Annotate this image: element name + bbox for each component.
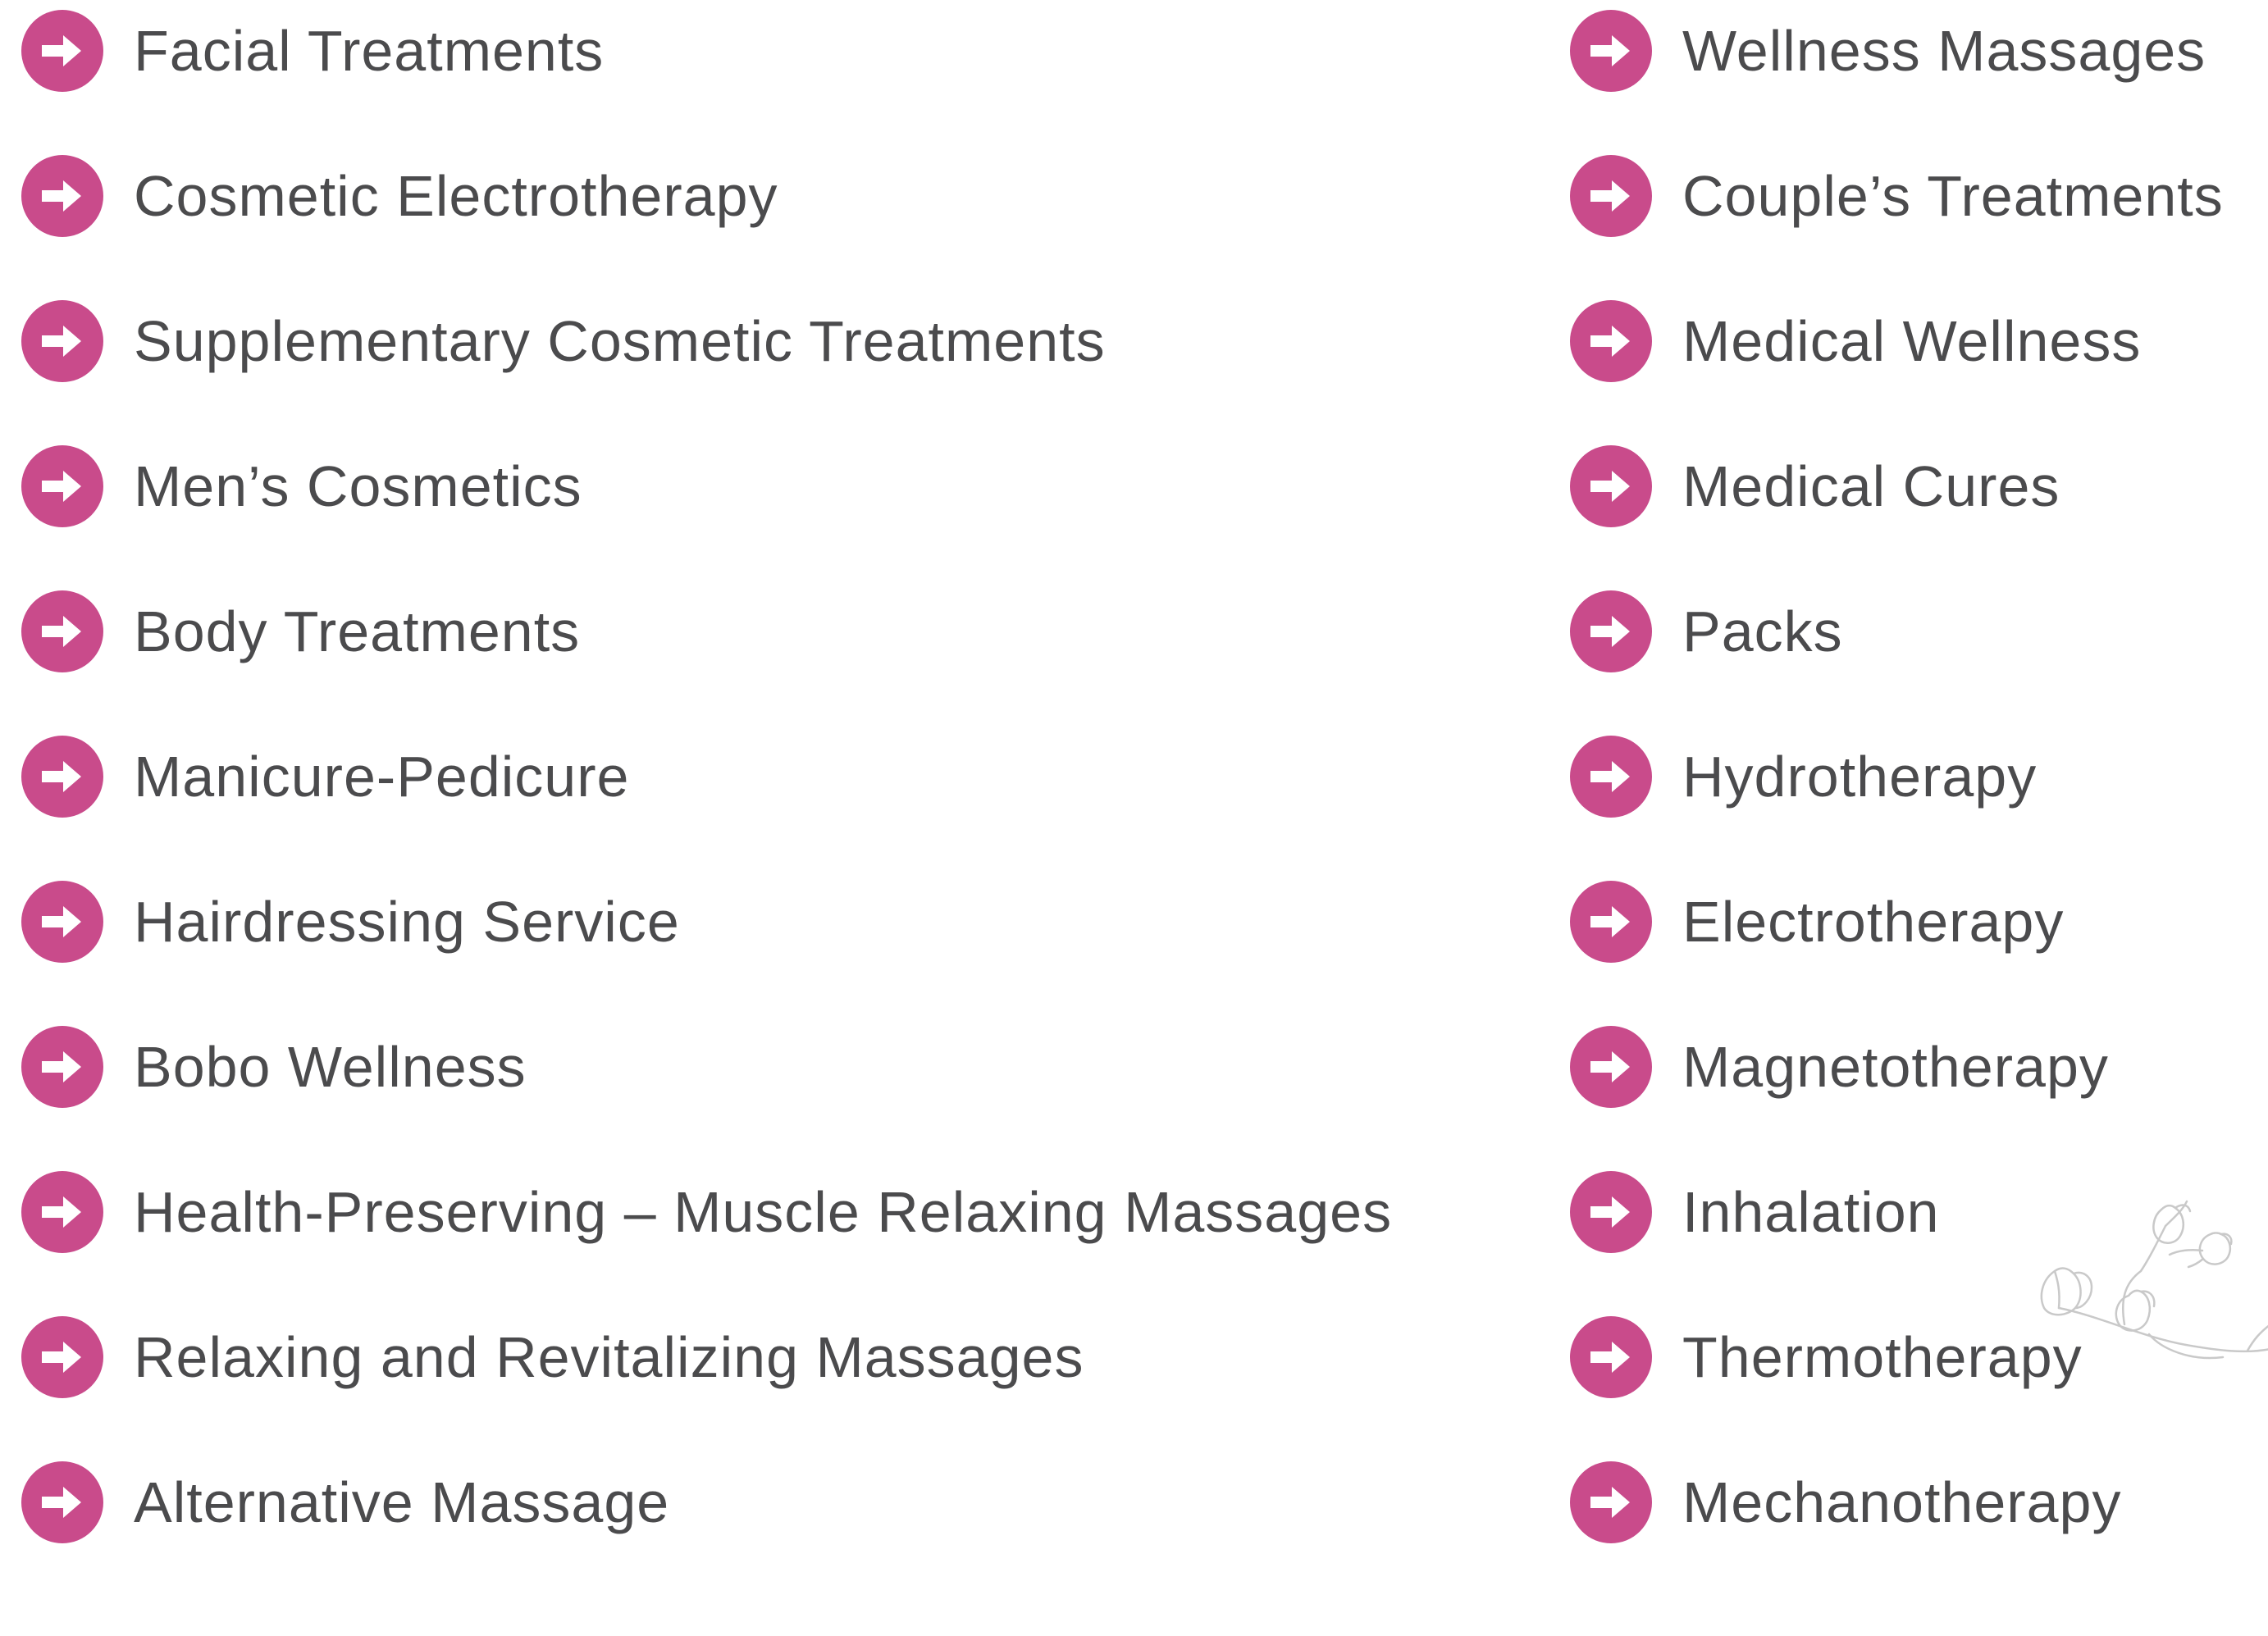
service-label: Bobo Wellness: [134, 1035, 527, 1099]
service-link-mechanotherapy[interactable]: Mechanotherapy: [1570, 1461, 2224, 1543]
service-label: Magnetotherapy: [1682, 1035, 2109, 1099]
service-label: Cosmetic Electrotherapy: [134, 164, 778, 228]
arrow-right-circle-icon: [21, 445, 103, 527]
service-label: Supplementary Cosmetic Treatments: [134, 309, 1106, 373]
service-link-bobo-wellness[interactable]: Bobo Wellness: [21, 1026, 1392, 1108]
arrow-right-circle-icon: [21, 1171, 103, 1253]
arrow-right-circle-icon: [21, 1461, 103, 1543]
service-label: Couple’s Treatments: [1682, 164, 2224, 228]
service-label: Wellness Massages: [1682, 19, 2206, 83]
arrow-right-circle-icon: [21, 155, 103, 237]
service-link-mens-cosmetics[interactable]: Men’s Cosmetics: [21, 445, 1392, 527]
service-label: Inhalation: [1682, 1180, 1940, 1244]
service-label: Thermotherapy: [1682, 1325, 2083, 1389]
service-label: Packs: [1682, 599, 1843, 663]
service-link-magnetotherapy[interactable]: Magnetotherapy: [1570, 1026, 2224, 1108]
services-page: Facial Treatments Cosmetic Electrotherap…: [0, 0, 2268, 1636]
service-link-body-treatments[interactable]: Body Treatments: [21, 590, 1392, 672]
service-link-alternative-massage[interactable]: Alternative Massage: [21, 1461, 1392, 1543]
service-label: Facial Treatments: [134, 19, 605, 83]
arrow-right-circle-icon: [21, 10, 103, 92]
service-label: Manicure-Pedicure: [134, 745, 630, 809]
arrow-right-circle-icon: [1570, 736, 1652, 818]
service-link-manicure-pedicure[interactable]: Manicure-Pedicure: [21, 736, 1392, 818]
arrow-right-circle-icon: [21, 300, 103, 382]
service-link-relaxing-revitalizing-massages[interactable]: Relaxing and Revitalizing Massages: [21, 1316, 1392, 1398]
arrow-right-circle-icon: [1570, 881, 1652, 963]
services-list-left: Facial Treatments Cosmetic Electrotherap…: [21, 0, 1392, 1606]
service-link-medical-wellness[interactable]: Medical Wellness: [1570, 300, 2224, 382]
arrow-right-circle-icon: [1570, 1316, 1652, 1398]
service-label: Health-Preserving – Muscle Relaxing Mass…: [134, 1180, 1393, 1244]
arrow-right-circle-icon: [1570, 1171, 1652, 1253]
arrow-right-circle-icon: [21, 590, 103, 672]
arrow-right-circle-icon: [1570, 590, 1652, 672]
service-link-hairdressing-service[interactable]: Hairdressing Service: [21, 881, 1392, 963]
service-link-wellness-massages[interactable]: Wellness Massages: [1570, 10, 2224, 92]
arrow-right-circle-icon: [21, 1316, 103, 1398]
arrow-right-circle-icon: [1570, 1026, 1652, 1108]
arrow-right-circle-icon: [1570, 155, 1652, 237]
service-label: Relaxing and Revitalizing Massages: [134, 1325, 1084, 1389]
arrow-right-circle-icon: [1570, 445, 1652, 527]
service-label: Alternative Massage: [134, 1470, 670, 1534]
service-label: Medical Cures: [1682, 454, 2060, 518]
arrow-right-circle-icon: [21, 1026, 103, 1108]
service-link-facial-treatments[interactable]: Facial Treatments: [21, 10, 1392, 92]
service-link-hydrotherapy[interactable]: Hydrotherapy: [1570, 736, 2224, 818]
arrow-right-circle-icon: [21, 881, 103, 963]
service-label: Men’s Cosmetics: [134, 454, 582, 518]
service-label: Medical Wellness: [1682, 309, 2142, 373]
service-label: Body Treatments: [134, 599, 581, 663]
arrow-right-circle-icon: [21, 736, 103, 818]
service-label: Electrotherapy: [1682, 890, 2065, 954]
arrow-right-circle-icon: [1570, 1461, 1652, 1543]
service-link-medical-cures[interactable]: Medical Cures: [1570, 445, 2224, 527]
service-link-packs[interactable]: Packs: [1570, 590, 2224, 672]
arrow-right-circle-icon: [1570, 300, 1652, 382]
service-label: Mechanotherapy: [1682, 1470, 2122, 1534]
service-label: Hydrotherapy: [1682, 745, 2038, 809]
flower-branch-icon: [2040, 1200, 2268, 1360]
arrow-right-circle-icon: [1570, 10, 1652, 92]
service-link-cosmetic-electrotherapy[interactable]: Cosmetic Electrotherapy: [21, 155, 1392, 237]
service-link-electrotherapy[interactable]: Electrotherapy: [1570, 881, 2224, 963]
service-link-supplementary-cosmetic-treatments[interactable]: Supplementary Cosmetic Treatments: [21, 300, 1392, 382]
service-label: Hairdressing Service: [134, 890, 680, 954]
service-link-couples-treatments[interactable]: Couple’s Treatments: [1570, 155, 2224, 237]
service-link-health-preserving-massages[interactable]: Health-Preserving – Muscle Relaxing Mass…: [21, 1171, 1392, 1253]
